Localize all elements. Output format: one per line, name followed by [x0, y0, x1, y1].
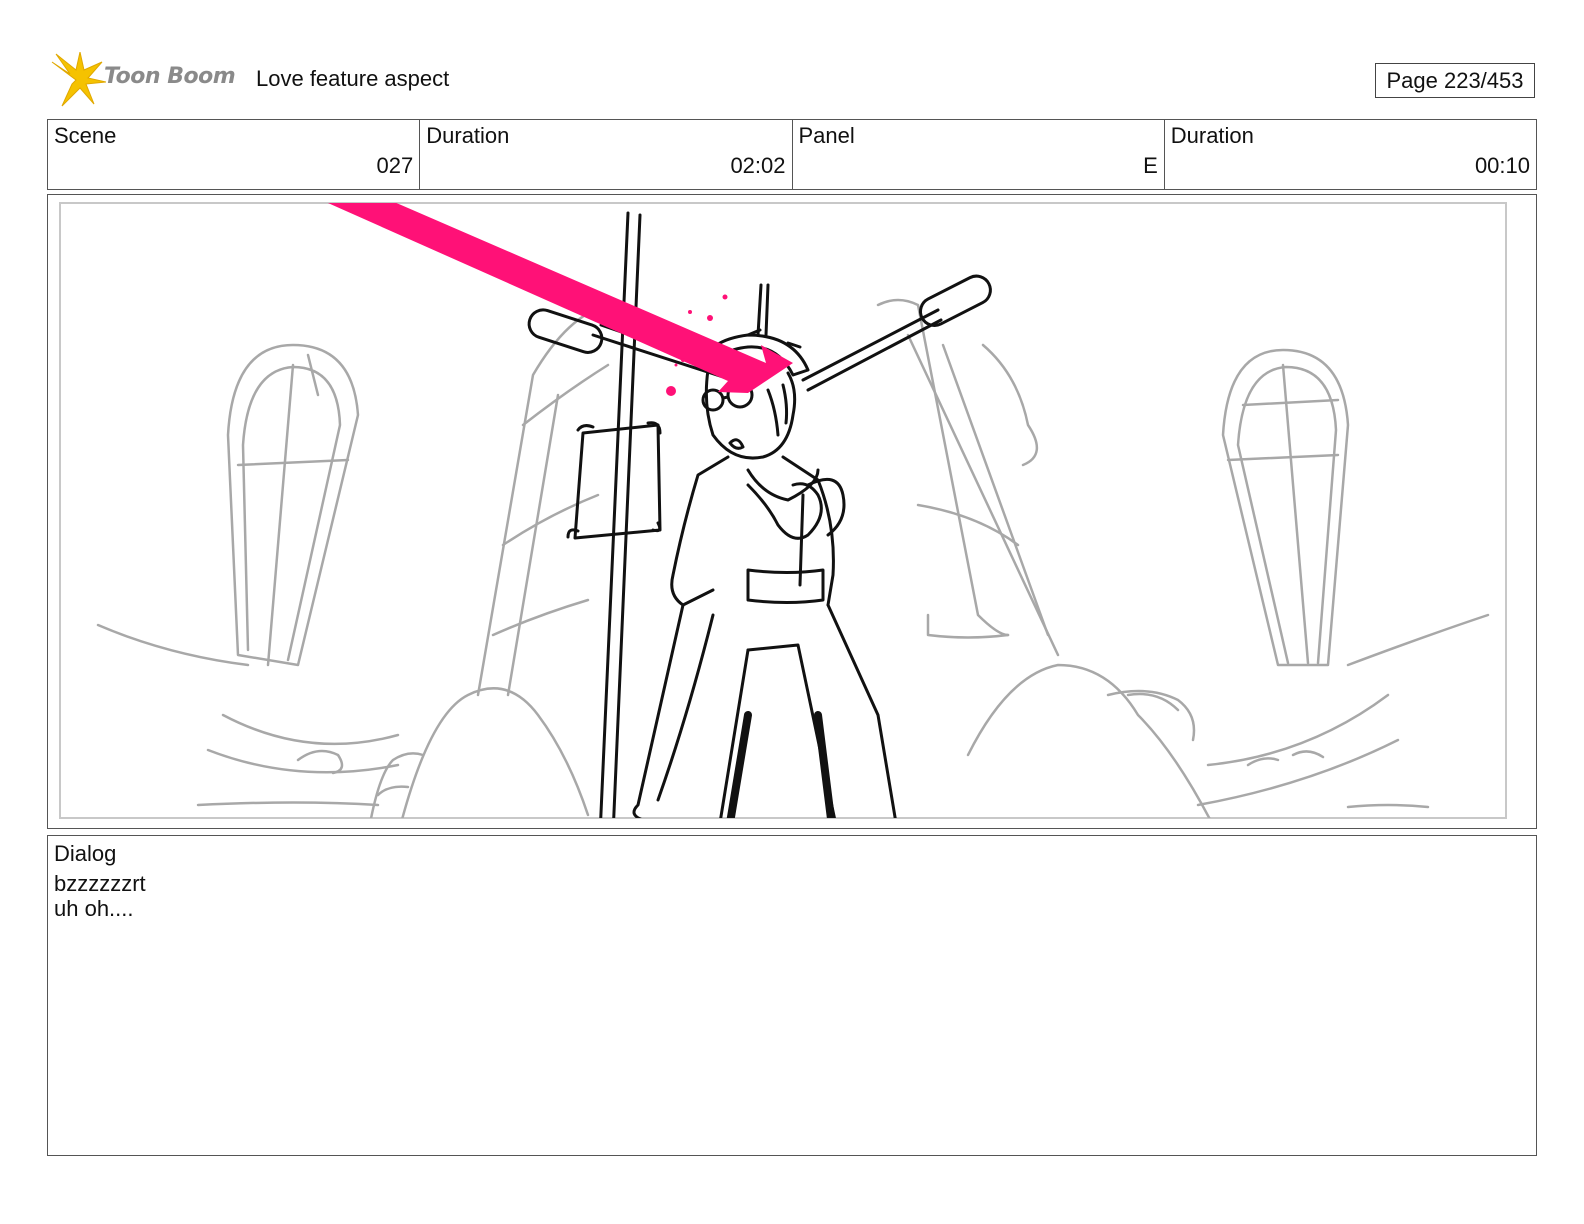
scene-value: 027 [376, 153, 414, 178]
panel-duration-value: 00:10 [1474, 153, 1530, 178]
dialog-section: Dialog bzzzzzzrt uh oh.... [47, 835, 1537, 1156]
logo-text: Toon Boom [104, 64, 236, 89]
storyboard-panel [47, 194, 1537, 829]
dialog-label: Dialog [54, 841, 117, 866]
panel-label: Panel [798, 123, 855, 148]
panel-value: E [1143, 153, 1158, 178]
scene-duration-value: 02:02 [730, 153, 786, 178]
starburst-icon [51, 52, 106, 107]
scene-duration-label: Duration [426, 123, 510, 148]
panel-duration-label: Duration [1170, 123, 1254, 148]
dialog-line: bzzzzzzrt [54, 871, 146, 896]
project-title: Love feature aspect [256, 66, 450, 91]
scene-duration-cell: Duration 02:02 [420, 120, 793, 189]
scene-cell: Scene 027 [48, 120, 421, 189]
dialog-line: uh oh.... [54, 896, 134, 921]
panel-sketch [59, 202, 1507, 819]
page-indicator: Page 223/453 [1375, 63, 1535, 98]
toon-boom-logo: Toon Boom [50, 52, 240, 108]
panel-duration-cell: Duration 00:10 [1165, 120, 1536, 189]
scene-label: Scene [54, 123, 117, 148]
safe-frame [59, 202, 1507, 819]
scene-info-row: Scene 027 Duration 02:02 Panel E Duratio… [47, 119, 1537, 190]
panel-cell: Panel E [793, 120, 1165, 189]
dialog-text: bzzzzzzrt uh oh.... [54, 871, 146, 921]
